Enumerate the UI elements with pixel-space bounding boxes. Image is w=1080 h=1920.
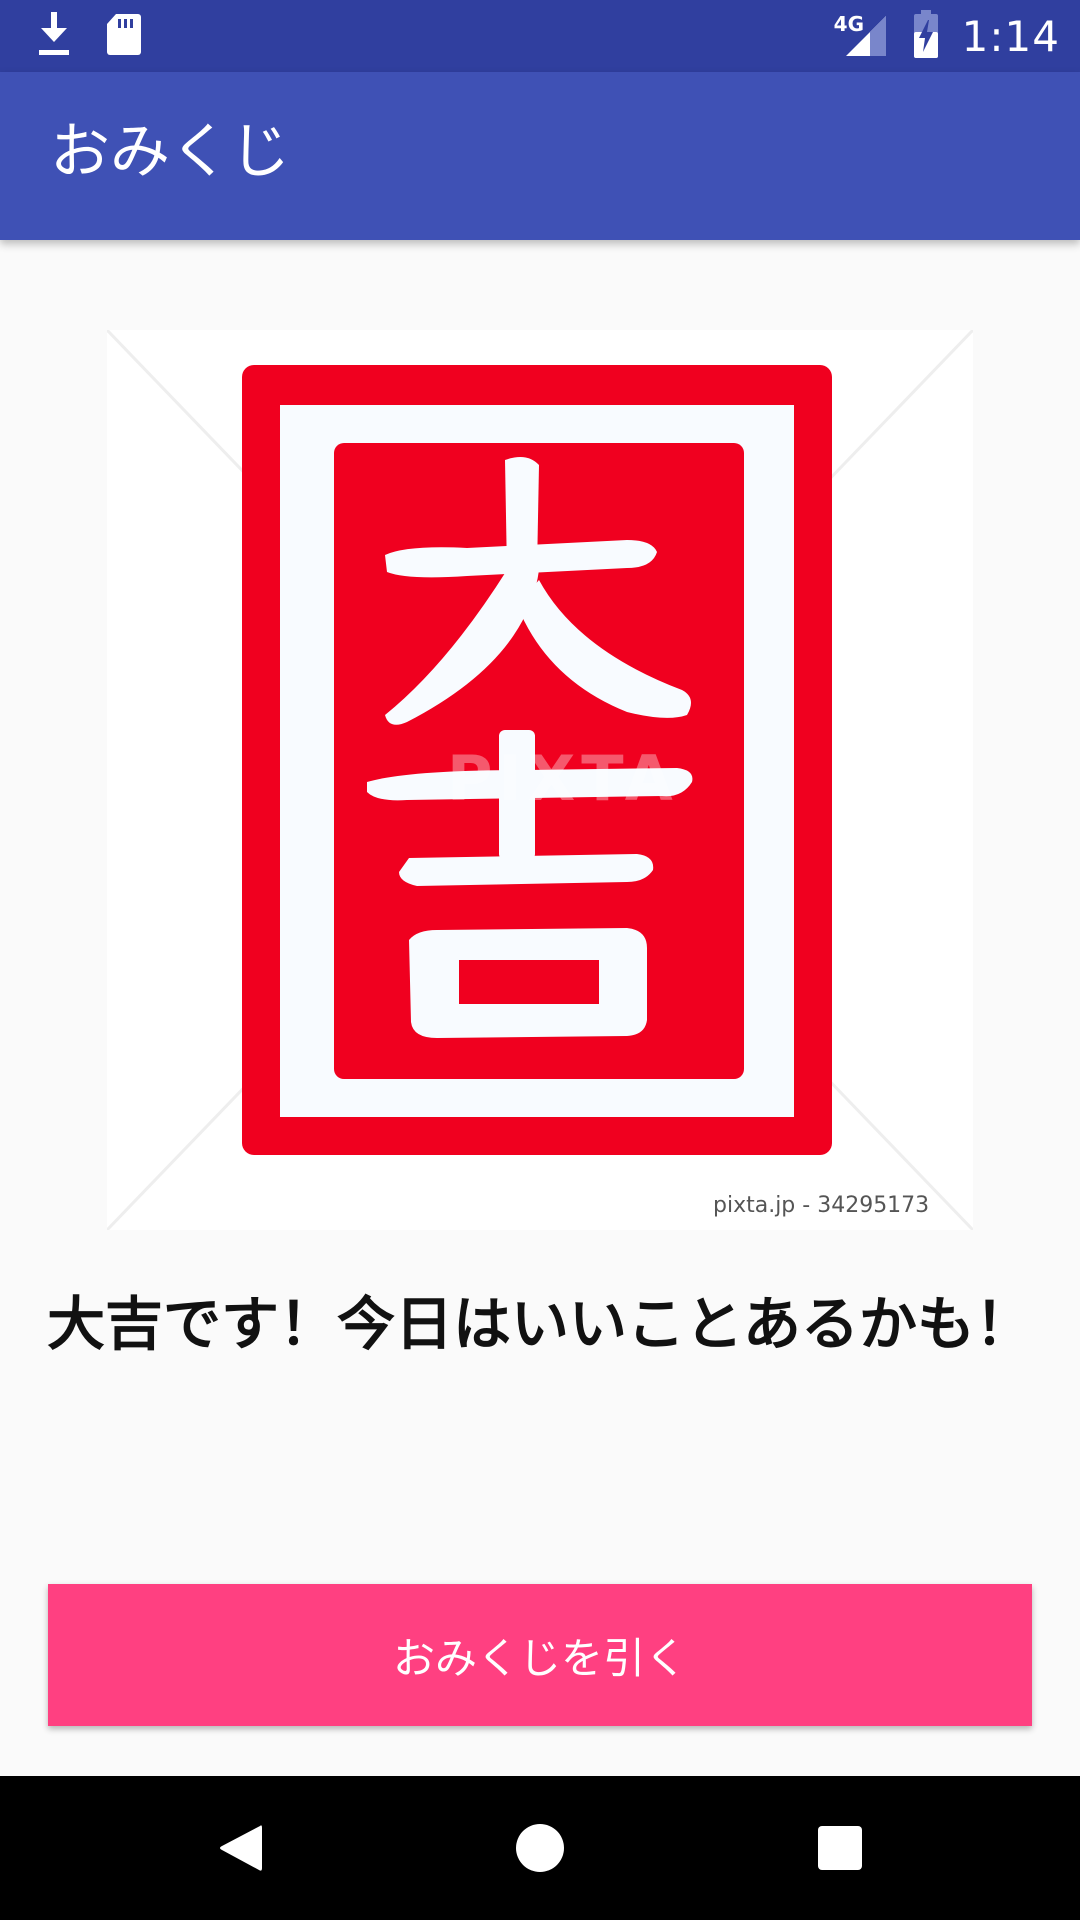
- recents-button[interactable]: [750, 1776, 930, 1920]
- recents-icon: [818, 1826, 862, 1870]
- draw-fortune-button-label: おみくじを引く: [392, 1633, 687, 1683]
- main-content: PIXTA pixta.jp - 34295173 大吉です！今日はいいことある…: [0, 240, 1080, 1776]
- home-icon: [516, 1824, 564, 1872]
- app-title: おみくじ: [50, 117, 290, 187]
- status-bar: 4G 1:14: [0, 0, 1080, 72]
- navigation-bar: [0, 1776, 1080, 1920]
- battery-charging-icon: [912, 10, 940, 62]
- fortune-image: PIXTA pixta.jp - 34295173: [107, 330, 973, 1230]
- sd-card-icon: [106, 12, 142, 60]
- download-icon: [36, 12, 72, 60]
- signal-icon: 4G: [834, 12, 890, 60]
- home-button[interactable]: [450, 1776, 630, 1920]
- network-type-label: 4G: [833, 12, 865, 36]
- fortune-result-message: 大吉です！今日はいいことあるかも！: [46, 1290, 1033, 1358]
- draw-fortune-button[interactable]: おみくじを引く: [48, 1584, 1032, 1726]
- app-bar: おみくじ: [0, 72, 1080, 240]
- watermark-text: PIXTA: [447, 742, 679, 815]
- status-clock: 1:14: [961, 11, 1060, 61]
- back-button[interactable]: [150, 1776, 330, 1920]
- image-credit: pixta.jp - 34295173: [713, 1193, 929, 1218]
- back-icon: [220, 1825, 262, 1871]
